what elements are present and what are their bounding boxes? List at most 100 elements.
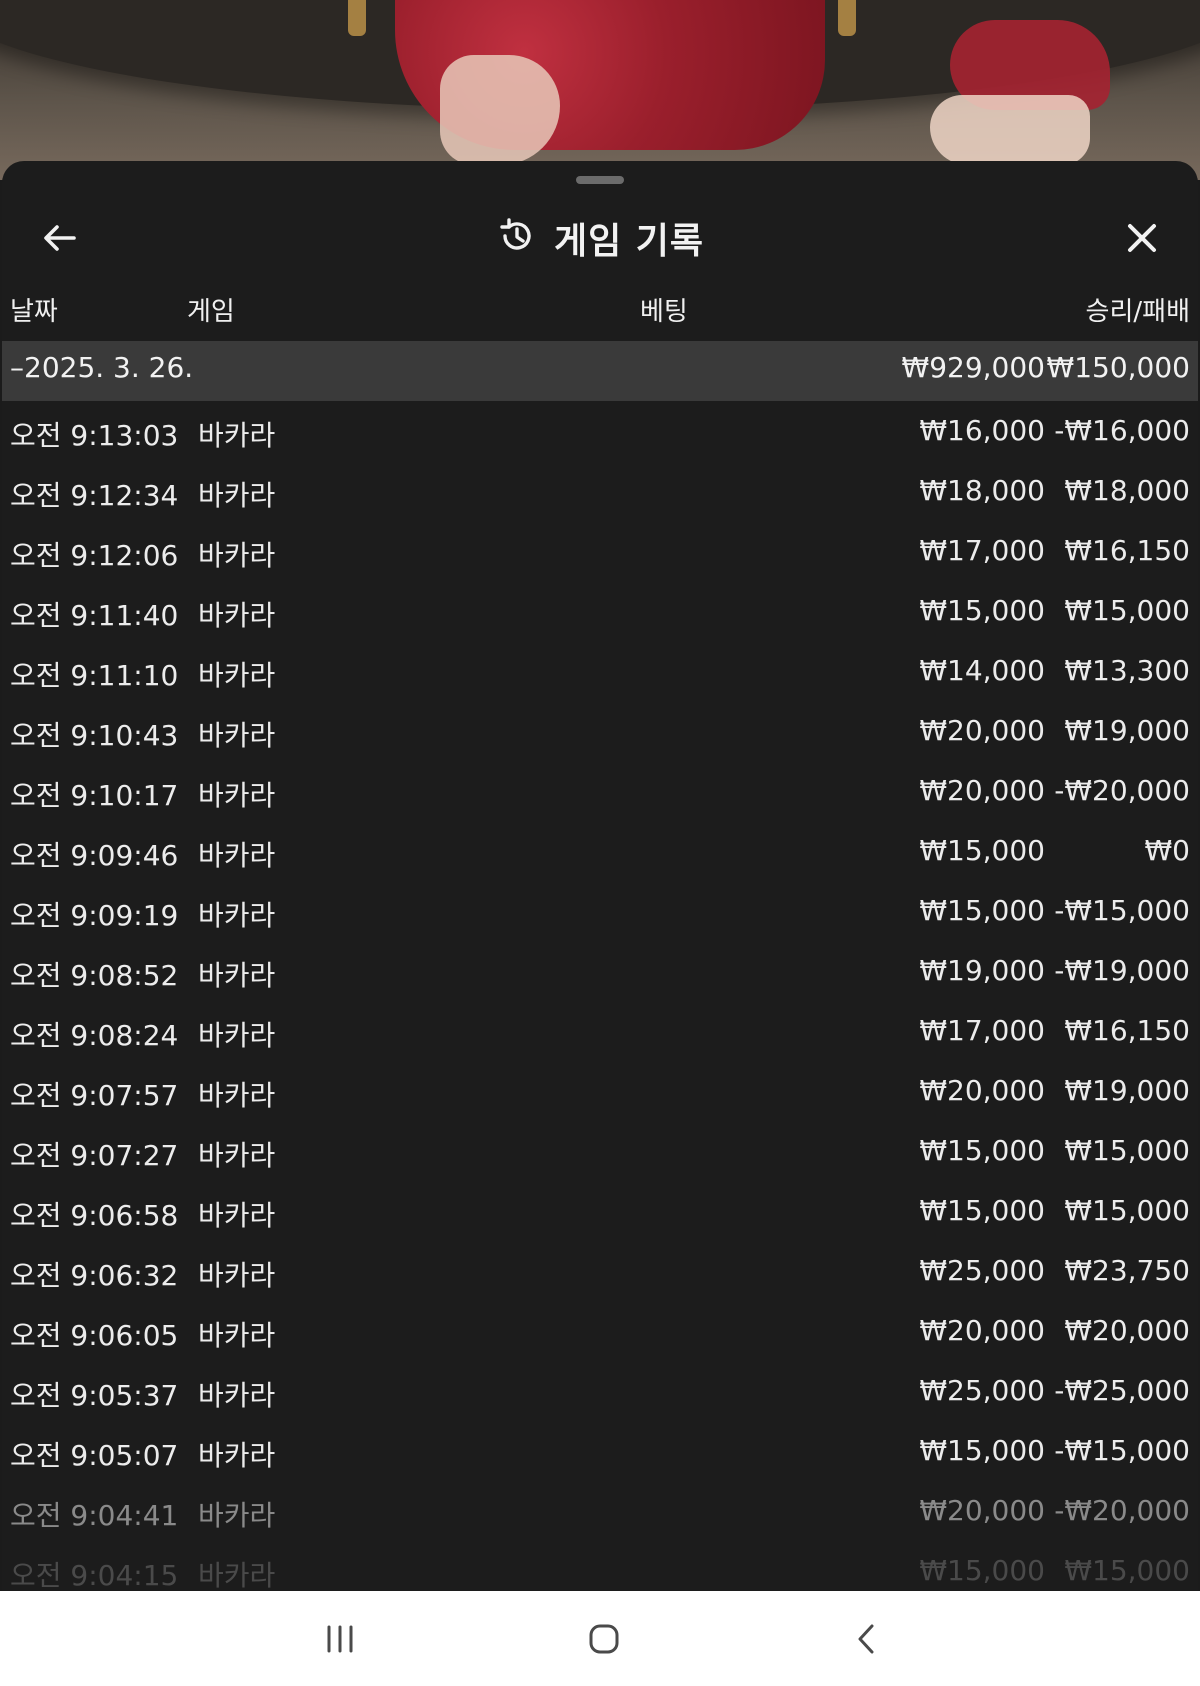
row-bet: ₩14,000 bbox=[919, 654, 1045, 687]
history-row[interactable]: 오전 9:11:40 바카라 ₩15,000 ₩15,000 bbox=[2, 581, 1198, 641]
row-bet: ₩15,000 bbox=[919, 1434, 1045, 1467]
row-result: ₩16,150 bbox=[1064, 1014, 1190, 1047]
row-result: -₩25,000 bbox=[1054, 1374, 1190, 1407]
row-game: 바카라 bbox=[198, 1139, 276, 1172]
row-result: ₩15,000 bbox=[1064, 1134, 1190, 1167]
history-row[interactable]: 오전 9:13:03 바카라 ₩16,000 -₩16,000 bbox=[2, 401, 1198, 461]
history-row[interactable]: 오전 9:08:24 바카라 ₩17,000 ₩16,150 bbox=[2, 1001, 1198, 1061]
row-bet: ₩20,000 bbox=[919, 774, 1045, 807]
history-row[interactable]: 오전 9:07:57 바카라 ₩20,000 ₩19,000 bbox=[2, 1061, 1198, 1121]
row-time: 오전 9:05:07 bbox=[10, 1439, 179, 1472]
row-time: 오전 9:10:17 bbox=[10, 779, 179, 812]
row-result: ₩20,000 bbox=[1064, 1314, 1190, 1347]
history-row[interactable]: 오전 9:07:27 바카라 ₩15,000 ₩15,000 bbox=[2, 1121, 1198, 1181]
row-game: 바카라 bbox=[198, 539, 276, 572]
row-bet: ₩18,000 bbox=[919, 474, 1045, 507]
summary-date: –2025. 3. 26. bbox=[10, 351, 194, 384]
row-time: 오전 9:11:10 bbox=[10, 659, 179, 692]
history-row[interactable]: 오전 9:08:52 바카라 ₩19,000 -₩19,000 bbox=[2, 941, 1198, 1001]
history-row[interactable]: 오전 9:05:37 바카라 ₩25,000 -₩25,000 bbox=[2, 1361, 1198, 1421]
game-history-sheet: 게임 기록 날짜 게임 베팅 승리/패배 –2025. 3. 26. ₩929,… bbox=[2, 161, 1198, 1591]
row-game: 바카라 bbox=[198, 719, 276, 752]
row-result: ₩15,000 bbox=[1064, 1194, 1190, 1227]
row-bet: ₩15,000 bbox=[919, 1554, 1045, 1587]
history-row[interactable]: 오전 9:10:43 바카라 ₩20,000 ₩19,000 bbox=[2, 701, 1198, 761]
row-bet: ₩15,000 bbox=[919, 1194, 1045, 1227]
column-header-game[interactable]: 게임 bbox=[187, 291, 235, 328]
row-game: 바카라 bbox=[198, 599, 276, 632]
system-back-button[interactable] bbox=[832, 1609, 902, 1669]
row-game: 바카라 bbox=[198, 899, 276, 932]
row-time: 오전 9:08:24 bbox=[10, 1019, 179, 1052]
sheet-drag-handle[interactable] bbox=[576, 176, 624, 184]
home-icon bbox=[589, 1624, 619, 1654]
close-button[interactable] bbox=[1107, 203, 1177, 273]
page-title: 게임 기록 bbox=[553, 221, 704, 262]
history-row[interactable]: 오전 9:09:19 바카라 ₩15,000 -₩15,000 bbox=[2, 881, 1198, 941]
row-time: 오전 9:10:43 bbox=[10, 719, 179, 752]
row-game: 바카라 bbox=[198, 1199, 276, 1232]
row-bet: ₩17,000 bbox=[919, 534, 1045, 567]
row-game: 바카라 bbox=[198, 959, 276, 992]
row-game: 바카라 bbox=[198, 479, 276, 512]
row-time: 오전 9:13:03 bbox=[10, 419, 179, 452]
row-bet: ₩15,000 bbox=[919, 594, 1045, 627]
row-result: -₩20,000 bbox=[1054, 1494, 1190, 1527]
home-button[interactable] bbox=[569, 1609, 639, 1669]
row-result: -₩15,000 bbox=[1054, 1434, 1190, 1467]
row-result: ₩23,750 bbox=[1064, 1254, 1190, 1287]
row-result: -₩15,000 bbox=[1054, 894, 1190, 927]
row-result: -₩20,000 bbox=[1054, 774, 1190, 807]
history-row[interactable]: 오전 9:04:15 바카라 ₩15,000 ₩15,000 bbox=[2, 1541, 1198, 1591]
history-row[interactable]: 오전 9:11:10 바카라 ₩14,000 ₩13,300 bbox=[2, 641, 1198, 701]
row-time: 오전 9:09:19 bbox=[10, 899, 179, 932]
live-video-feed bbox=[0, 0, 1200, 180]
back-button[interactable] bbox=[25, 203, 95, 273]
row-bet: ₩19,000 bbox=[919, 954, 1045, 987]
row-game: 바카라 bbox=[198, 1019, 276, 1052]
row-game: 바카라 bbox=[198, 1499, 276, 1532]
row-game: 바카라 bbox=[198, 659, 276, 692]
row-time: 오전 9:08:52 bbox=[10, 959, 179, 992]
row-game: 바카라 bbox=[198, 419, 276, 452]
history-row[interactable]: 오전 9:06:05 바카라 ₩20,000 ₩20,000 bbox=[2, 1301, 1198, 1361]
date-group-summary[interactable]: –2025. 3. 26. ₩929,000 ₩150,000 bbox=[2, 341, 1198, 401]
row-result: ₩13,300 bbox=[1064, 654, 1190, 687]
row-bet: ₩20,000 bbox=[919, 714, 1045, 747]
row-result: ₩15,000 bbox=[1064, 1554, 1190, 1587]
column-header-date[interactable]: 날짜 bbox=[10, 291, 58, 328]
close-icon bbox=[1128, 224, 1156, 252]
row-time: 오전 9:07:57 bbox=[10, 1079, 179, 1112]
dealer-arm-right bbox=[930, 95, 1090, 165]
history-row[interactable]: 오전 9:10:17 바카라 ₩20,000 -₩20,000 bbox=[2, 761, 1198, 821]
history-row[interactable]: 오전 9:12:06 바카라 ₩17,000 ₩16,150 bbox=[2, 521, 1198, 581]
row-time: 오전 9:12:06 bbox=[10, 539, 179, 572]
row-time: 오전 9:04:15 bbox=[10, 1559, 179, 1591]
history-row[interactable]: 오전 9:06:58 바카라 ₩15,000 ₩15,000 bbox=[2, 1181, 1198, 1241]
system-navigation-bar bbox=[0, 1591, 1200, 1686]
row-result: ₩15,000 bbox=[1064, 594, 1190, 627]
row-result: -₩16,000 bbox=[1054, 414, 1190, 447]
history-clock-icon bbox=[496, 215, 538, 261]
summary-bet-total: ₩929,000 bbox=[901, 351, 1045, 384]
row-result: ₩19,000 bbox=[1064, 1074, 1190, 1107]
row-time: 오전 9:06:58 bbox=[10, 1199, 179, 1232]
history-row[interactable]: 오전 9:09:46 바카라 ₩15,000 ₩0 bbox=[2, 821, 1198, 881]
row-bet: ₩15,000 bbox=[919, 894, 1045, 927]
row-game: 바카라 bbox=[198, 1439, 276, 1472]
history-row[interactable]: 오전 9:04:41 바카라 ₩20,000 -₩20,000 bbox=[2, 1481, 1198, 1541]
column-header-result[interactable]: 승리/패배 bbox=[1086, 291, 1190, 328]
row-bet: ₩25,000 bbox=[919, 1254, 1045, 1287]
recents-button[interactable] bbox=[305, 1609, 375, 1669]
row-time: 오전 9:06:05 bbox=[10, 1319, 179, 1352]
history-list: 오전 9:13:03 바카라 ₩16,000 -₩16,000 오전 9:12:… bbox=[2, 401, 1198, 1591]
history-row[interactable]: 오전 9:12:34 바카라 ₩18,000 ₩18,000 bbox=[2, 461, 1198, 521]
column-header-bet[interactable]: 베팅 bbox=[640, 291, 688, 328]
row-result: ₩16,150 bbox=[1064, 534, 1190, 567]
history-row[interactable]: 오전 9:05:07 바카라 ₩15,000 -₩15,000 bbox=[2, 1421, 1198, 1481]
history-row[interactable]: 오전 9:06:32 바카라 ₩25,000 ₩23,750 bbox=[2, 1241, 1198, 1301]
row-bet: ₩16,000 bbox=[919, 414, 1045, 447]
sheet-header: 게임 기록 bbox=[2, 203, 1198, 273]
row-time: 오전 9:06:32 bbox=[10, 1259, 179, 1292]
row-time: 오전 9:04:41 bbox=[10, 1499, 179, 1532]
